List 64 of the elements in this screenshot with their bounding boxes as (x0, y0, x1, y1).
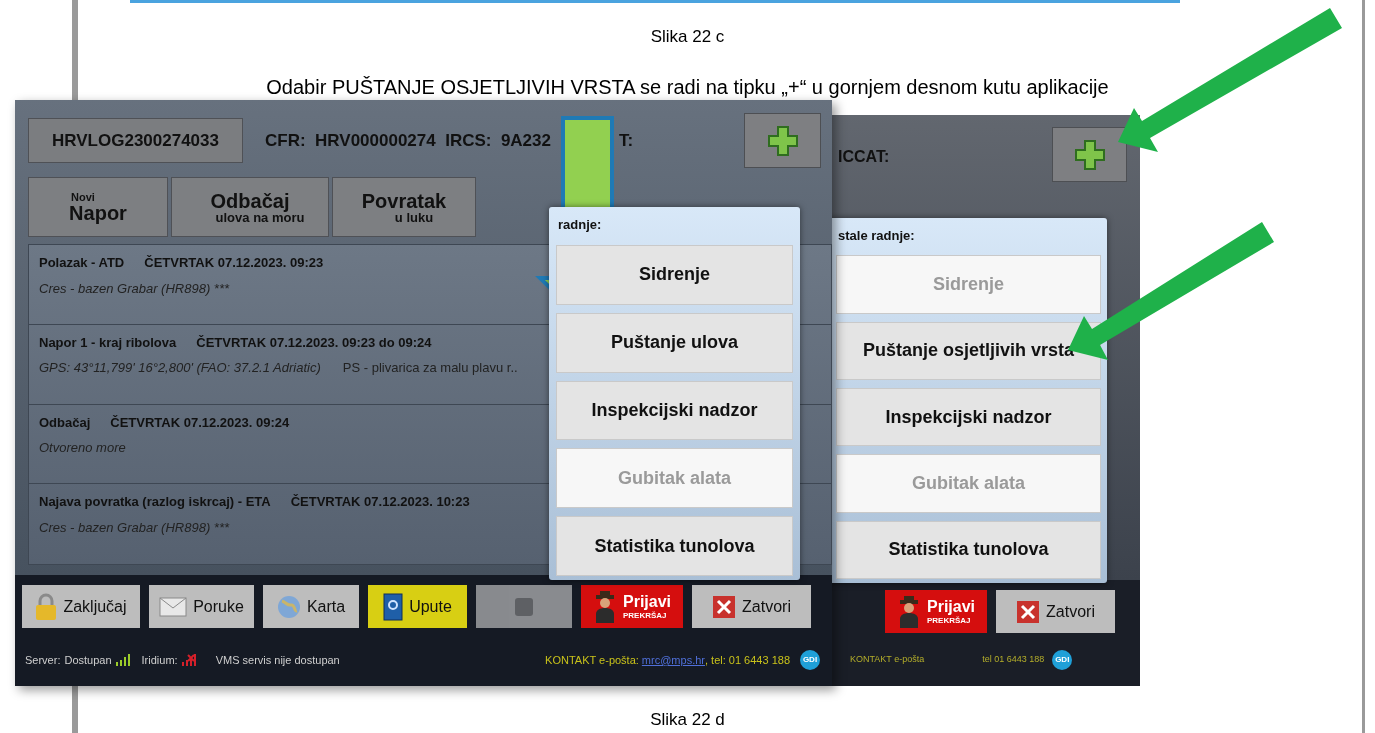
toolbar-button[interactable]: Prijavi PREKRŠAJ (885, 590, 987, 633)
menu-item[interactable]: Puštanje osjetljivih vrsta (836, 321, 1101, 380)
toolbar-button[interactable]: Upute (368, 585, 467, 628)
book-icon (383, 592, 404, 621)
vessel-info: ICCAT: (838, 147, 890, 167)
menu-header: stale radnje: (837, 227, 916, 245)
add-button[interactable] (1052, 127, 1127, 182)
entry-time: ČETVRTAK 07.12.2023. 09:23 (144, 254, 324, 272)
person-icon (593, 590, 617, 623)
logo: GDI (1052, 650, 1073, 670)
plus-icon (766, 124, 799, 157)
faded-icon (513, 595, 535, 618)
entry-title: Polazak - ATD (39, 254, 125, 272)
contact-phone: , tel: 01 6443 188 (705, 652, 790, 668)
entry-title: Napor 1 - kraj ribolova (39, 333, 177, 352)
email-link[interactable]: mrc@mps.hr (641, 651, 705, 669)
vessel-info: T: (619, 129, 634, 152)
plus-icon (1073, 138, 1106, 171)
entry-time: ČETVRTAK 07.12.2023. 09:24 (110, 413, 290, 432)
lock-icon (35, 592, 58, 621)
entry-detail: Otvoreno more (39, 439, 126, 457)
globe-icon (276, 594, 301, 619)
entry-title: Odbačaj (39, 413, 91, 432)
status-text: VMS servis nije dostupan (215, 652, 340, 668)
toolbar-button[interactable]: Prijavi PREKRŠAJ (581, 585, 683, 628)
toolbar-button[interactable]: Karta (263, 585, 359, 628)
menu-item[interactable]: Statistika tunolova (556, 516, 793, 576)
status-label: Server: (25, 652, 61, 668)
entry-detail: Cres - bazen Grabar (HR898) *** (39, 518, 230, 537)
entry-detail: Cres - bazen Grabar (HR898) *** (39, 279, 230, 298)
entry-time: ČETVRTAK 07.12.2023. 09:23 do 09:24 (196, 333, 432, 352)
toolbar-button[interactable]: Zatvori (692, 585, 811, 628)
logo: GDI (800, 650, 820, 670)
action-button[interactable]: Odbačaj ulova na moru (171, 177, 329, 237)
entry-title: Najava povratka (razlog iskrcaj) - ETA (39, 493, 271, 512)
menu-item[interactable]: Puštanje ulova (556, 312, 793, 373)
envelope-icon (159, 596, 188, 617)
entry-time: ČETVRTAK 07.12.2023. 10:23 (290, 493, 470, 512)
close-icon (712, 594, 737, 619)
figure-caption: Slika 22 d (650, 709, 725, 731)
person-icon (897, 595, 921, 628)
add-button[interactable] (744, 113, 821, 168)
entry-note: PS - plivarica za malu plavu r.. (342, 359, 518, 378)
entry-detail: GPS: 43°11,799' 16°2,800' (FAO: 37.2.1 Adriatic) (39, 359, 321, 378)
menu-item[interactable]: Sidrenje (556, 244, 793, 305)
status-label: Iridium: (141, 652, 178, 668)
menu-item[interactable]: Statistika tunolova (836, 520, 1101, 579)
toolbar-button[interactable]: Zaključaj (22, 585, 140, 628)
toolbar-button[interactable]: Zatvori (996, 590, 1115, 633)
contact-label: KONTAKT e-pošta: (545, 652, 639, 668)
menu-item[interactable]: Inspekcijski nadzor (836, 388, 1101, 447)
menu-item[interactable]: Inspekcijski nadzor (556, 380, 793, 441)
action-button[interactable]: Novi Napor (28, 177, 168, 237)
action-button[interactable]: Povratak u luku (332, 177, 476, 237)
figure-caption: Slika 22 c (650, 26, 725, 48)
contact-label: KONTAKT e-pošta (850, 653, 925, 667)
vessel-info: CFR: HRV000000274 IRCS: 9A232 (265, 129, 551, 152)
contact-phone: tel 01 6443 188 (982, 653, 1045, 667)
menu-header: radnje: (557, 216, 603, 234)
status-value: Dostupan (64, 652, 112, 668)
log-id-label: HRVLOG2300274033 (28, 118, 243, 163)
toolbar-button[interactable]: Poruke (149, 585, 254, 628)
instruction-text: Odabir PUŠTANJE OSJETLJIVIH VRSTA se radi na tipku „+“ u gornjem desnom kutu aplikacije (266, 75, 1109, 100)
close-icon (1016, 599, 1041, 624)
